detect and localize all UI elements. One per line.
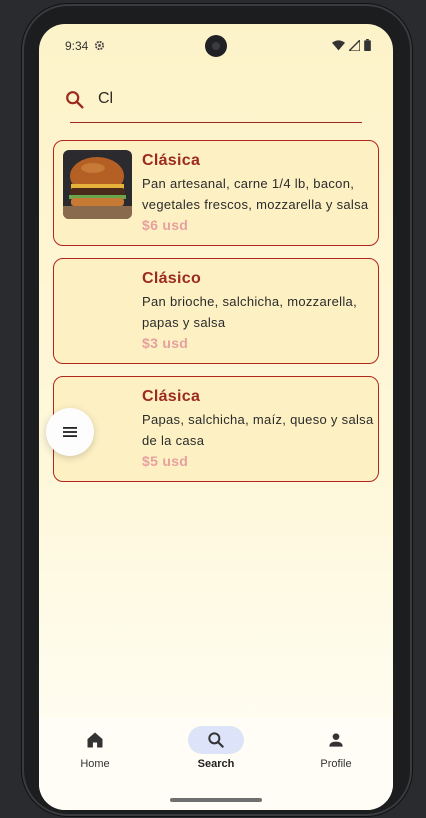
nav-label-profile: Profile — [320, 758, 352, 770]
result-card[interactable]: Clásico Pan brioche, salchicha, mozzarel… — [53, 258, 379, 364]
item-name: Clásica — [142, 388, 201, 405]
search-field[interactable]: Cl — [66, 82, 362, 123]
settings-icon — [94, 40, 105, 51]
nav-label-home: Home — [80, 758, 110, 770]
bottom-navigation: Home Search Profile — [39, 718, 393, 810]
app-screen: 9:34 Cl Clásica Pan artesanal, carne 1/4… — [39, 24, 393, 810]
person-icon — [329, 733, 343, 747]
menu-icon — [63, 427, 77, 437]
result-card[interactable]: Clásica Papas, salchicha, maíz, queso y … — [53, 376, 379, 482]
result-card[interactable]: Clásica Pan artesanal, carne 1/4 lb, bac… — [53, 140, 379, 246]
battery-icon — [364, 39, 371, 51]
wifi-icon — [332, 39, 345, 50]
burger-photo — [63, 150, 132, 219]
nav-item-home[interactable]: Home — [55, 726, 135, 776]
item-name: Clásica — [142, 152, 201, 169]
text-cursor — [109, 88, 111, 110]
front-camera — [205, 35, 227, 57]
nav-item-profile[interactable]: Profile — [296, 726, 376, 776]
status-time: 9:34 — [65, 39, 89, 53]
home-icon — [87, 732, 103, 748]
item-description: Pan brioche, salchicha, mozzarella, papa… — [142, 294, 357, 330]
item-price: $3 usd — [142, 335, 189, 351]
nav-item-search[interactable]: Search — [176, 726, 256, 776]
search-icon — [66, 91, 84, 109]
menu-fab-button[interactable] — [46, 408, 94, 456]
gesture-home-bar[interactable] — [170, 798, 262, 802]
item-description: Papas, salchicha, maíz, queso y salsa de… — [142, 412, 374, 448]
item-name: Clásico — [142, 270, 202, 287]
item-price: $6 usd — [142, 217, 189, 233]
signal-icon — [349, 39, 360, 51]
item-price: $5 usd — [142, 453, 189, 469]
item-description: Pan artesanal, carne 1/4 lb, bacon, vege… — [142, 176, 369, 212]
nav-label-search: Search — [197, 758, 235, 770]
search-icon — [208, 732, 224, 748]
